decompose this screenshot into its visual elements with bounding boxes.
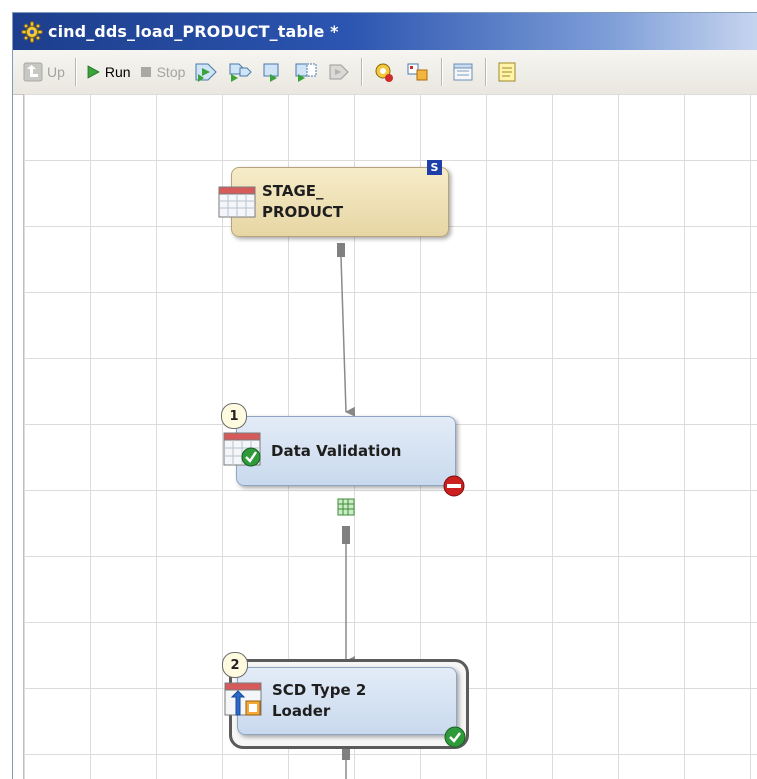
scd-loader-icon [224,682,262,716]
run-button[interactable]: Run [85,58,131,86]
properties-button[interactable] [371,58,397,86]
up-label: Up [47,64,65,80]
node-label: Data Validation [271,441,402,460]
table-icon [218,186,256,218]
output-port[interactable] [337,243,345,257]
pause-button[interactable] [327,58,351,86]
analyze-icon [407,63,428,81]
toolbar-separator [441,58,444,86]
run-from-selected-icon [195,63,218,82]
validation-table-icon [223,432,261,467]
properties-icon [375,63,394,82]
run-selected-button[interactable] [227,58,253,86]
node-label: SCD Type 2 Loader [272,681,367,720]
stop-icon [140,67,151,77]
success-status-icon [444,726,466,748]
process-flow-canvas[interactable]: STAGE_ PRODUCT S Data Validation 1 SCD T… [23,94,757,779]
flow-arrow[interactable] [340,256,356,417]
save-layout-button[interactable] [451,58,475,86]
save-icon [453,63,473,81]
continue-button[interactable] [293,58,319,86]
error-status-icon [443,475,465,497]
toolbar-separator [361,58,364,86]
up-arrow-icon [23,62,43,82]
notes-icon [498,62,516,82]
execution-order-badge: 1 [221,403,247,429]
run-from-selected-button[interactable] [193,58,219,86]
scd-type2-loader-node[interactable]: SCD Type 2 Loader 2 [222,652,466,748]
stage-product-table-node[interactable]: STAGE_ PRODUCT S [218,160,449,237]
output-port[interactable] [342,526,350,544]
work-table-icon[interactable] [337,498,355,516]
stop-button[interactable]: Stop [139,58,186,86]
continue-icon [295,63,317,82]
window-title: cind_dds_load_PRODUCT_table * [48,22,339,41]
play-icon [87,65,100,79]
sas-table-badge: S [427,160,442,175]
run-label: Run [104,64,131,80]
node-label: STAGE_ PRODUCT [262,182,344,221]
step-button[interactable] [261,58,285,86]
execution-order-badge: 2 [222,652,248,678]
step-icon [263,63,279,82]
run-selected-icon [229,63,253,82]
stop-label: Stop [156,64,186,80]
toolbar: Up Run Stop [13,50,757,95]
toolbar-separator [74,58,77,86]
job-editor-window: cind_dds_load_PRODUCT_table * Up Run Sto… [12,12,757,779]
job-gear-icon [21,21,43,42]
analyze-button[interactable] [405,58,431,86]
toolbar-separator [485,58,488,86]
title-bar: cind_dds_load_PRODUCT_table * [13,13,757,50]
up-button[interactable]: Up [23,58,65,86]
data-validation-node[interactable]: Data Validation 1 [221,403,465,497]
notes-button[interactable] [495,58,519,86]
pause-icon [329,64,350,80]
